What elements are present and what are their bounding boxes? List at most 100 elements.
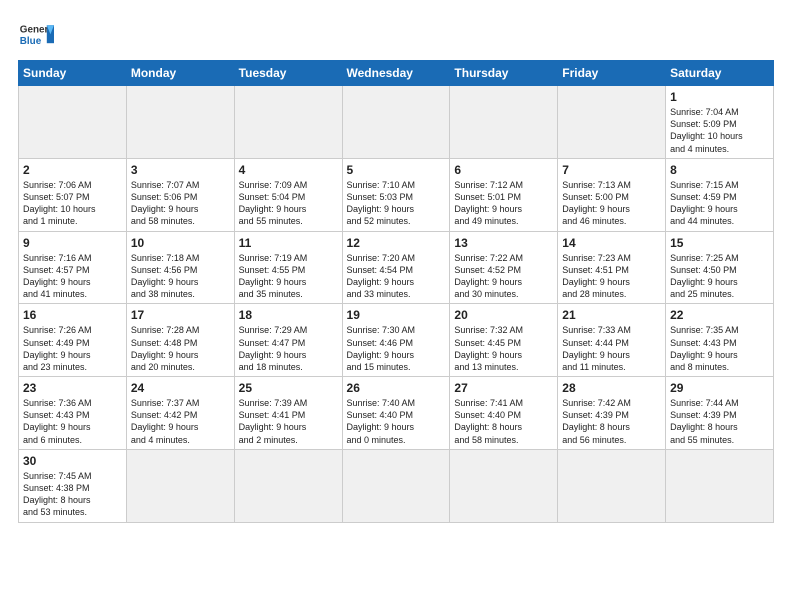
day-number: 30 [23,453,122,469]
day-cell: 19Sunrise: 7:30 AMSunset: 4:46 PMDayligh… [342,304,450,377]
day-cell: 27Sunrise: 7:41 AMSunset: 4:40 PMDayligh… [450,377,558,450]
day-number: 18 [239,307,338,323]
day-cell: 4Sunrise: 7:09 AMSunset: 5:04 PMDaylight… [234,158,342,231]
weekday-header-thursday: Thursday [450,61,558,86]
day-info: Sunrise: 7:18 AMSunset: 4:56 PMDaylight:… [131,252,230,301]
day-cell [558,449,666,522]
day-cell [342,86,450,159]
day-number: 9 [23,235,122,251]
day-cell [342,449,450,522]
day-number: 19 [347,307,446,323]
weekday-header-wednesday: Wednesday [342,61,450,86]
day-cell [234,86,342,159]
day-cell: 9Sunrise: 7:16 AMSunset: 4:57 PMDaylight… [19,231,127,304]
week-row-3: 9Sunrise: 7:16 AMSunset: 4:57 PMDaylight… [19,231,774,304]
day-cell [450,449,558,522]
day-number: 13 [454,235,553,251]
day-cell: 28Sunrise: 7:42 AMSunset: 4:39 PMDayligh… [558,377,666,450]
day-info: Sunrise: 7:09 AMSunset: 5:04 PMDaylight:… [239,179,338,228]
day-cell: 23Sunrise: 7:36 AMSunset: 4:43 PMDayligh… [19,377,127,450]
day-cell: 6Sunrise: 7:12 AMSunset: 5:01 PMDaylight… [450,158,558,231]
week-row-6: 30Sunrise: 7:45 AMSunset: 4:38 PMDayligh… [19,449,774,522]
day-number: 3 [131,162,230,178]
day-info: Sunrise: 7:28 AMSunset: 4:48 PMDaylight:… [131,324,230,373]
week-row-4: 16Sunrise: 7:26 AMSunset: 4:49 PMDayligh… [19,304,774,377]
week-row-5: 23Sunrise: 7:36 AMSunset: 4:43 PMDayligh… [19,377,774,450]
day-number: 25 [239,380,338,396]
day-info: Sunrise: 7:10 AMSunset: 5:03 PMDaylight:… [347,179,446,228]
day-cell: 7Sunrise: 7:13 AMSunset: 5:00 PMDaylight… [558,158,666,231]
day-number: 8 [670,162,769,178]
day-number: 17 [131,307,230,323]
day-number: 24 [131,380,230,396]
day-cell: 16Sunrise: 7:26 AMSunset: 4:49 PMDayligh… [19,304,127,377]
day-number: 22 [670,307,769,323]
day-info: Sunrise: 7:15 AMSunset: 4:59 PMDaylight:… [670,179,769,228]
day-info: Sunrise: 7:26 AMSunset: 4:49 PMDaylight:… [23,324,122,373]
day-cell: 2Sunrise: 7:06 AMSunset: 5:07 PMDaylight… [19,158,127,231]
calendar: SundayMondayTuesdayWednesdayThursdayFrid… [18,60,774,523]
day-number: 5 [347,162,446,178]
day-cell: 22Sunrise: 7:35 AMSunset: 4:43 PMDayligh… [666,304,774,377]
day-cell: 25Sunrise: 7:39 AMSunset: 4:41 PMDayligh… [234,377,342,450]
logo-icon: General Blue [18,18,54,54]
day-number: 6 [454,162,553,178]
day-info: Sunrise: 7:35 AMSunset: 4:43 PMDaylight:… [670,324,769,373]
day-cell: 20Sunrise: 7:32 AMSunset: 4:45 PMDayligh… [450,304,558,377]
day-cell: 8Sunrise: 7:15 AMSunset: 4:59 PMDaylight… [666,158,774,231]
day-number: 23 [23,380,122,396]
day-info: Sunrise: 7:22 AMSunset: 4:52 PMDaylight:… [454,252,553,301]
day-cell [558,86,666,159]
day-cell: 10Sunrise: 7:18 AMSunset: 4:56 PMDayligh… [126,231,234,304]
day-cell: 12Sunrise: 7:20 AMSunset: 4:54 PMDayligh… [342,231,450,304]
day-number: 14 [562,235,661,251]
day-info: Sunrise: 7:32 AMSunset: 4:45 PMDaylight:… [454,324,553,373]
day-number: 4 [239,162,338,178]
day-info: Sunrise: 7:42 AMSunset: 4:39 PMDaylight:… [562,397,661,446]
day-info: Sunrise: 7:07 AMSunset: 5:06 PMDaylight:… [131,179,230,228]
day-info: Sunrise: 7:36 AMSunset: 4:43 PMDaylight:… [23,397,122,446]
day-info: Sunrise: 7:41 AMSunset: 4:40 PMDaylight:… [454,397,553,446]
day-cell: 29Sunrise: 7:44 AMSunset: 4:39 PMDayligh… [666,377,774,450]
logo: General Blue [18,18,54,54]
day-info: Sunrise: 7:25 AMSunset: 4:50 PMDaylight:… [670,252,769,301]
day-cell: 26Sunrise: 7:40 AMSunset: 4:40 PMDayligh… [342,377,450,450]
day-info: Sunrise: 7:33 AMSunset: 4:44 PMDaylight:… [562,324,661,373]
day-cell [234,449,342,522]
day-number: 15 [670,235,769,251]
day-info: Sunrise: 7:37 AMSunset: 4:42 PMDaylight:… [131,397,230,446]
day-number: 10 [131,235,230,251]
day-number: 20 [454,307,553,323]
day-number: 27 [454,380,553,396]
day-cell: 3Sunrise: 7:07 AMSunset: 5:06 PMDaylight… [126,158,234,231]
day-cell [126,86,234,159]
day-info: Sunrise: 7:16 AMSunset: 4:57 PMDaylight:… [23,252,122,301]
page-header: General Blue [18,18,774,54]
day-cell: 1Sunrise: 7:04 AMSunset: 5:09 PMDaylight… [666,86,774,159]
day-cell: 30Sunrise: 7:45 AMSunset: 4:38 PMDayligh… [19,449,127,522]
day-info: Sunrise: 7:13 AMSunset: 5:00 PMDaylight:… [562,179,661,228]
day-cell: 15Sunrise: 7:25 AMSunset: 4:50 PMDayligh… [666,231,774,304]
day-info: Sunrise: 7:20 AMSunset: 4:54 PMDaylight:… [347,252,446,301]
day-cell: 18Sunrise: 7:29 AMSunset: 4:47 PMDayligh… [234,304,342,377]
day-cell: 17Sunrise: 7:28 AMSunset: 4:48 PMDayligh… [126,304,234,377]
day-cell [666,449,774,522]
day-info: Sunrise: 7:12 AMSunset: 5:01 PMDaylight:… [454,179,553,228]
day-cell [19,86,127,159]
weekday-header-saturday: Saturday [666,61,774,86]
day-cell [450,86,558,159]
week-row-2: 2Sunrise: 7:06 AMSunset: 5:07 PMDaylight… [19,158,774,231]
day-number: 11 [239,235,338,251]
day-cell: 21Sunrise: 7:33 AMSunset: 4:44 PMDayligh… [558,304,666,377]
day-number: 2 [23,162,122,178]
day-info: Sunrise: 7:39 AMSunset: 4:41 PMDaylight:… [239,397,338,446]
day-info: Sunrise: 7:44 AMSunset: 4:39 PMDaylight:… [670,397,769,446]
svg-text:Blue: Blue [20,36,42,47]
day-info: Sunrise: 7:06 AMSunset: 5:07 PMDaylight:… [23,179,122,228]
day-info: Sunrise: 7:19 AMSunset: 4:55 PMDaylight:… [239,252,338,301]
day-cell: 14Sunrise: 7:23 AMSunset: 4:51 PMDayligh… [558,231,666,304]
weekday-header-friday: Friday [558,61,666,86]
day-number: 12 [347,235,446,251]
weekday-header-sunday: Sunday [19,61,127,86]
day-number: 29 [670,380,769,396]
